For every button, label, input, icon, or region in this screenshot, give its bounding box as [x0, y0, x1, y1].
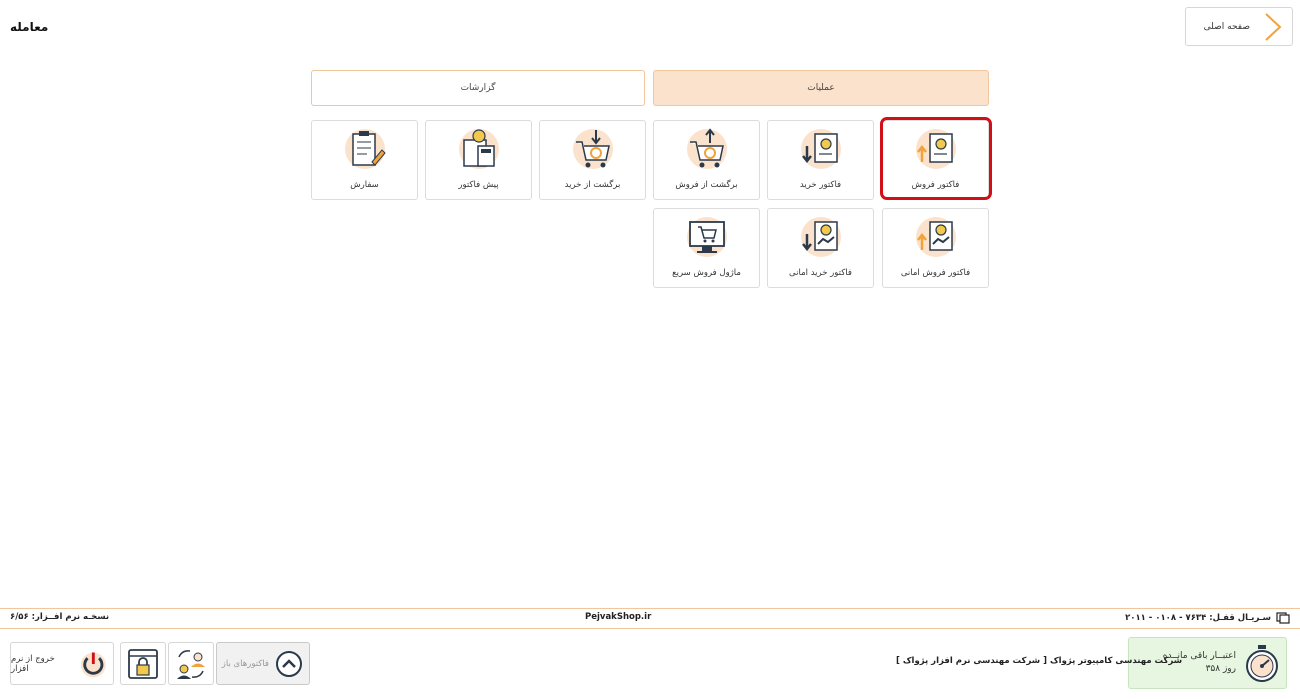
chevron-up-circle-icon [276, 650, 302, 677]
tile-label: سفارش [350, 180, 379, 190]
exit-button[interactable]: خروج از نرم افزار [10, 642, 114, 685]
tile-purchase-invoice[interactable]: فاکتور خرید [767, 120, 874, 200]
tile-consignment-purchase-invoice[interactable]: فاکتور خرید امانی [767, 208, 874, 288]
tile-proforma-invoice[interactable]: پیش فاکتور [425, 120, 532, 200]
tab-operations[interactable]: عملیات [653, 70, 989, 106]
page-title: معامله [10, 20, 49, 34]
users-switch-icon [177, 649, 205, 679]
monitor-cart-icon [686, 217, 727, 257]
sales-invoice-icon [915, 129, 956, 169]
lock-serial-text: سـریـال قفـل: ۷۶۳۴ - ۰۱۰۸ - ۲۰۱۱ [1125, 613, 1271, 623]
tile-sales-return[interactable]: برگشت از فروش [653, 120, 760, 200]
home-button-label: صفحه اصلی [1203, 21, 1250, 32]
open-invoices-button[interactable]: فاکتورهای باز [216, 642, 310, 685]
tile-label: فاکتور خرید امانی [789, 268, 852, 278]
tile-label: فاکتور خرید [799, 180, 842, 190]
consignment-purchase-handshake-icon [800, 217, 841, 257]
home-button[interactable]: صفحه اصلی [1185, 7, 1293, 46]
stopwatch-icon [1246, 645, 1278, 682]
proforma-invoice-calculator-icon [458, 129, 499, 169]
lock-window-icon [128, 648, 158, 679]
purchase-invoice-icon [800, 129, 841, 169]
tile-purchase-return[interactable]: برگشت از خرید [539, 120, 646, 200]
website-link[interactable]: PejvakShop.ir [585, 612, 651, 622]
tile-label: ماژول فروش سریع [672, 268, 741, 278]
lock-serial: سـریـال قفـل: ۷۶۳۴ - ۰۱۰۸ - ۲۰۱۱ [1125, 612, 1290, 624]
switch-user-button[interactable] [168, 642, 214, 685]
company-name: شرکت مهندسی کامپیوتر پژواک [ شرکت مهندسی… [896, 656, 1183, 666]
tab-reports[interactable]: گزارشات [311, 70, 645, 106]
clipboard-pencil-icon [344, 129, 386, 169]
chevron-right-icon [1265, 12, 1282, 41]
lock-screen-button[interactable] [120, 642, 166, 685]
power-icon [81, 652, 107, 677]
exit-label: خروج از نرم افزار [11, 653, 55, 674]
footer-divider [0, 628, 1300, 629]
tile-label: فاکتور فروش امانی [900, 268, 971, 278]
purchase-return-cart-icon [572, 129, 613, 169]
software-version: نسخـه نرم افــزار: ۶/۵۶ [10, 612, 110, 622]
tile-consignment-sales-invoice[interactable]: فاکتور فروش امانی [882, 208, 989, 288]
tile-order[interactable]: سفارش [311, 120, 418, 200]
sales-return-cart-icon [686, 128, 727, 169]
tile-label: برگشت از خرید [564, 180, 621, 190]
consignment-sales-handshake-icon [915, 217, 956, 257]
open-invoices-label: فاکتورهای باز [221, 658, 269, 669]
tile-quick-sales-module[interactable]: ماژول فروش سریع [653, 208, 760, 288]
tile-label: پیش فاکتور [458, 180, 499, 190]
copy-icon [1276, 612, 1290, 624]
tile-label: فاکتور فروش [911, 180, 960, 190]
tile-label: برگشت از فروش [675, 180, 738, 190]
footer-divider [0, 608, 1300, 609]
tile-sales-invoice[interactable]: فاکتور فروش [882, 120, 989, 200]
